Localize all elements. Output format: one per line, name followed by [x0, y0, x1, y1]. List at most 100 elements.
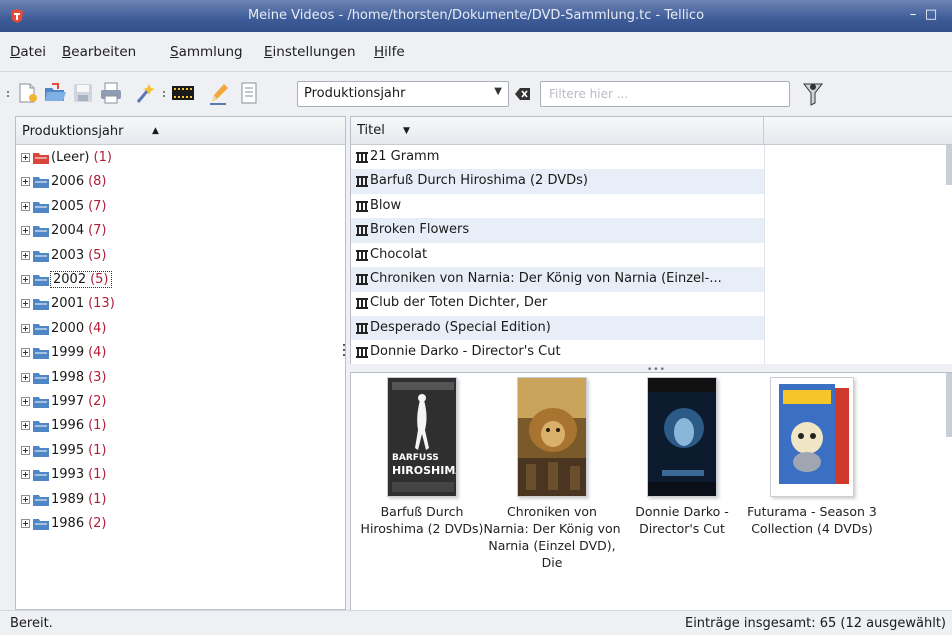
menu-einstellungen-rest: instellungen: [272, 44, 356, 60]
cover-image: BARFUSS HIROSHIMA: [387, 377, 457, 497]
group-label: 2002 (5): [50, 271, 112, 288]
group-name: 2003: [51, 247, 85, 263]
folder-icon: [33, 372, 49, 384]
film-icon[interactable]: [170, 80, 196, 106]
cover-image: [517, 377, 587, 497]
minimize-button[interactable]: –: [906, 7, 920, 23]
expand-toggle-icon[interactable]: [21, 445, 30, 455]
expand-toggle-icon[interactable]: [21, 299, 30, 309]
group-name: 1993: [51, 467, 85, 483]
group-row[interactable]: 1995 (1): [16, 439, 345, 463]
maximize-button[interactable]: □: [924, 7, 938, 23]
icon-view-item[interactable]: Futurama - Season 3 Collection (4 DVDs): [743, 377, 881, 537]
group-row[interactable]: 2002 (5): [16, 268, 345, 292]
group-row[interactable]: 1999 (4): [16, 341, 345, 365]
expand-toggle-icon[interactable]: [21, 372, 30, 382]
group-row[interactable]: 2005 (7): [16, 195, 345, 219]
folder-icon: [33, 299, 49, 311]
vertical-splitter-handle[interactable]: [341, 342, 347, 360]
folder-icon: [33, 494, 49, 506]
entry-list-scrollbar[interactable]: [946, 145, 952, 185]
expand-toggle-icon[interactable]: [21, 177, 30, 187]
group-tree-header-label: Produktionsjahr: [22, 124, 124, 139]
icon-view-item[interactable]: BARFUSS HIROSHIMA Barfuß Durch Hiroshima…: [353, 377, 491, 537]
menu-datei-rest: atei: [20, 44, 47, 60]
group-count: (1): [88, 491, 107, 507]
cover-title-line1: BARFUSS: [392, 453, 439, 463]
group-count: (3): [88, 369, 107, 385]
expand-toggle-icon[interactable]: [21, 494, 30, 504]
column-header-titel[interactable]: Titel ▼: [351, 117, 764, 145]
report-icon[interactable]: [236, 80, 262, 106]
toolbar-grip[interactable]: [6, 89, 10, 99]
group-name: 2001: [51, 296, 85, 312]
group-name: 1997: [51, 394, 85, 409]
expand-toggle-icon[interactable]: [21, 397, 30, 406]
group-label: 2001 (13): [51, 296, 115, 311]
expand-toggle-icon[interactable]: [21, 275, 30, 284]
expand-toggle-icon[interactable]: [21, 226, 30, 236]
menu-hilfe[interactable]: Hilfe: [374, 44, 405, 60]
entry-title: Club der Toten Dichter, Der: [370, 295, 548, 311]
group-row[interactable]: 2003 (5): [16, 244, 345, 268]
toolbar-grip-2[interactable]: [162, 89, 166, 99]
expand-toggle-icon[interactable]: [21, 250, 30, 260]
expand-toggle-icon[interactable]: [21, 153, 30, 162]
entry-row[interactable]: 21 Gramm: [351, 145, 764, 170]
empty-folder-icon: [33, 153, 49, 164]
film-icon: [356, 225, 368, 237]
entry-title: Chroniken von Narnia: Der König von Narn…: [370, 271, 722, 286]
group-row[interactable]: 2006 (8): [16, 170, 345, 194]
edit-entry-icon[interactable]: [206, 80, 232, 106]
entry-row[interactable]: Chroniken von Narnia: Der König von Narn…: [351, 267, 764, 292]
group-row[interactable]: (Leer) (1): [16, 146, 345, 170]
clear-filter-icon[interactable]: [514, 85, 532, 103]
new-icon[interactable]: [14, 80, 40, 106]
group-by-select[interactable]: Produktionsjahr ▼: [297, 81, 509, 107]
group-row[interactable]: 1993 (1): [16, 463, 345, 487]
print-icon[interactable]: [98, 80, 124, 106]
wizard-icon[interactable]: [132, 80, 158, 106]
group-row[interactable]: 1997 (2): [16, 390, 345, 414]
filter-placeholder: Filtere hier ...: [549, 87, 629, 101]
narnia-cover-art: [518, 378, 586, 496]
open-icon[interactable]: [42, 80, 68, 106]
group-name: 1995: [51, 442, 85, 458]
entry-row[interactable]: Desperado (Special Edition): [351, 315, 764, 341]
filter-icon[interactable]: [802, 81, 824, 107]
expand-toggle-icon[interactable]: [21, 201, 30, 211]
save-icon[interactable]: [70, 80, 96, 106]
donnie-darko-cover-art: [648, 378, 716, 496]
entry-row[interactable]: Club der Toten Dichter, Der: [351, 291, 764, 316]
group-row[interactable]: 2000 (4): [16, 317, 345, 341]
filter-input[interactable]: Filtere hier ...: [540, 81, 790, 107]
entry-row[interactable]: Chocolat: [351, 243, 764, 268]
menu-bearbeiten[interactable]: Bearbeiten: [62, 44, 136, 60]
icon-view-item[interactable]: Donnie Darko - Director's Cut: [613, 377, 751, 537]
entry-title: Broken Flowers: [370, 222, 470, 238]
group-tree-header[interactable]: Produktionsjahr ▲: [16, 117, 345, 145]
menu-sammlung[interactable]: Sammlung: [170, 44, 243, 60]
expand-toggle-icon[interactable]: [21, 323, 30, 333]
expand-toggle-icon[interactable]: [21, 348, 30, 358]
icon-view-scrollbar[interactable]: [946, 373, 952, 437]
menu-datei[interactable]: Datei: [10, 44, 46, 60]
expand-toggle-icon[interactable]: [21, 470, 30, 480]
icon-view-item[interactable]: Chroniken von Narnia: Der König von Narn…: [483, 377, 621, 571]
menu-einstellungen[interactable]: Einstellungen: [264, 44, 356, 60]
group-row[interactable]: 1998 (3): [16, 366, 345, 390]
group-row[interactable]: 1986 (2): [16, 512, 345, 536]
group-row[interactable]: 1996 (1): [16, 414, 345, 438]
expand-toggle-icon[interactable]: [21, 421, 30, 431]
group-row[interactable]: 1989 (1): [16, 488, 345, 512]
entry-row[interactable]: Barfuß Durch Hiroshima (2 DVDs): [351, 169, 764, 194]
entry-row[interactable]: Broken Flowers: [351, 218, 764, 243]
column-header-titel-label: Titel: [357, 123, 385, 138]
expand-toggle-icon[interactable]: [21, 519, 30, 528]
entry-row[interactable]: Blow: [351, 194, 764, 219]
entry-row[interactable]: Donnie Darko - Director's Cut: [351, 340, 764, 364]
folder-icon: [33, 348, 49, 360]
film-icon: [356, 347, 368, 359]
group-row[interactable]: 2004 (7): [16, 219, 345, 243]
group-row[interactable]: 2001 (13): [16, 292, 345, 316]
